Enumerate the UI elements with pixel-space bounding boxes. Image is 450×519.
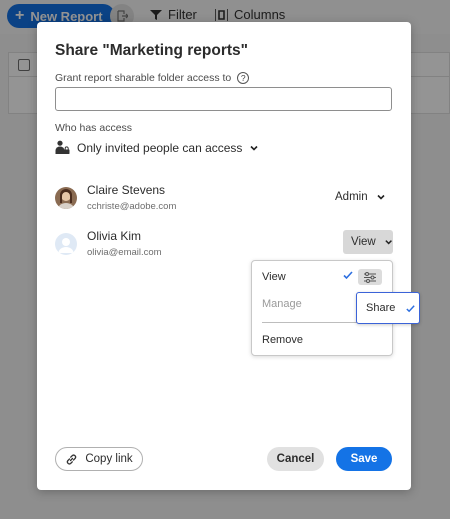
dialog-title: Share "Marketing reports" xyxy=(55,42,249,59)
person-email: cchriste@adobe.com xyxy=(87,201,177,212)
person-info: Olivia Kim olivia@email.com xyxy=(87,229,162,258)
checkmark-icon xyxy=(406,304,416,312)
submenu-item-share[interactable]: Share xyxy=(356,292,420,324)
copy-link-label: Copy link xyxy=(85,453,133,465)
copy-link-button[interactable]: Copy link xyxy=(55,447,143,471)
role-picker-view[interactable]: View xyxy=(343,230,393,254)
chevron-down-icon xyxy=(377,194,385,200)
role-picker-admin[interactable]: Admin xyxy=(335,191,386,203)
grant-access-label: Grant report sharable folder access to ? xyxy=(55,72,250,84)
share-dialog: Share "Marketing reports" Grant report s… xyxy=(37,22,420,490)
access-mode-label: Only invited people can access xyxy=(77,140,243,155)
view-settings-button[interactable] xyxy=(358,269,382,285)
link-icon xyxy=(67,453,77,465)
avatar xyxy=(55,232,77,255)
help-icon[interactable]: ? xyxy=(237,72,250,84)
menu-item-view[interactable]: View xyxy=(262,271,286,283)
person-row: Olivia Kim olivia@email.com xyxy=(55,229,162,258)
person-info: Claire Stevens cchriste@adobe.com xyxy=(87,183,176,212)
menu-item-remove[interactable]: Remove xyxy=(262,334,303,346)
submenu-share-label: Share xyxy=(366,302,396,314)
save-button[interactable]: Save xyxy=(336,447,392,471)
cancel-button[interactable]: Cancel xyxy=(267,447,324,471)
chevron-down-icon xyxy=(250,145,259,151)
person-name: Olivia Kim xyxy=(87,229,142,243)
person-name: Claire Stevens xyxy=(87,183,166,197)
checkmark-icon xyxy=(343,271,353,280)
access-mode-picker[interactable]: Only invited people can access xyxy=(55,140,259,155)
settings-sliders-icon xyxy=(364,271,376,283)
person-email: olivia@email.com xyxy=(87,247,162,258)
who-has-access-label: Who has access xyxy=(55,122,133,134)
menu-item-manage: Manage xyxy=(262,298,302,310)
grant-access-label-text: Grant report sharable folder access to xyxy=(55,72,232,84)
role-label: View xyxy=(351,236,376,248)
avatar xyxy=(55,186,77,209)
grant-access-input[interactable] xyxy=(55,87,392,111)
person-row: Claire Stevens cchriste@adobe.com xyxy=(55,183,176,212)
lock-people-icon xyxy=(55,140,70,154)
role-label: Admin xyxy=(335,191,368,203)
chevron-down-icon xyxy=(385,240,392,245)
